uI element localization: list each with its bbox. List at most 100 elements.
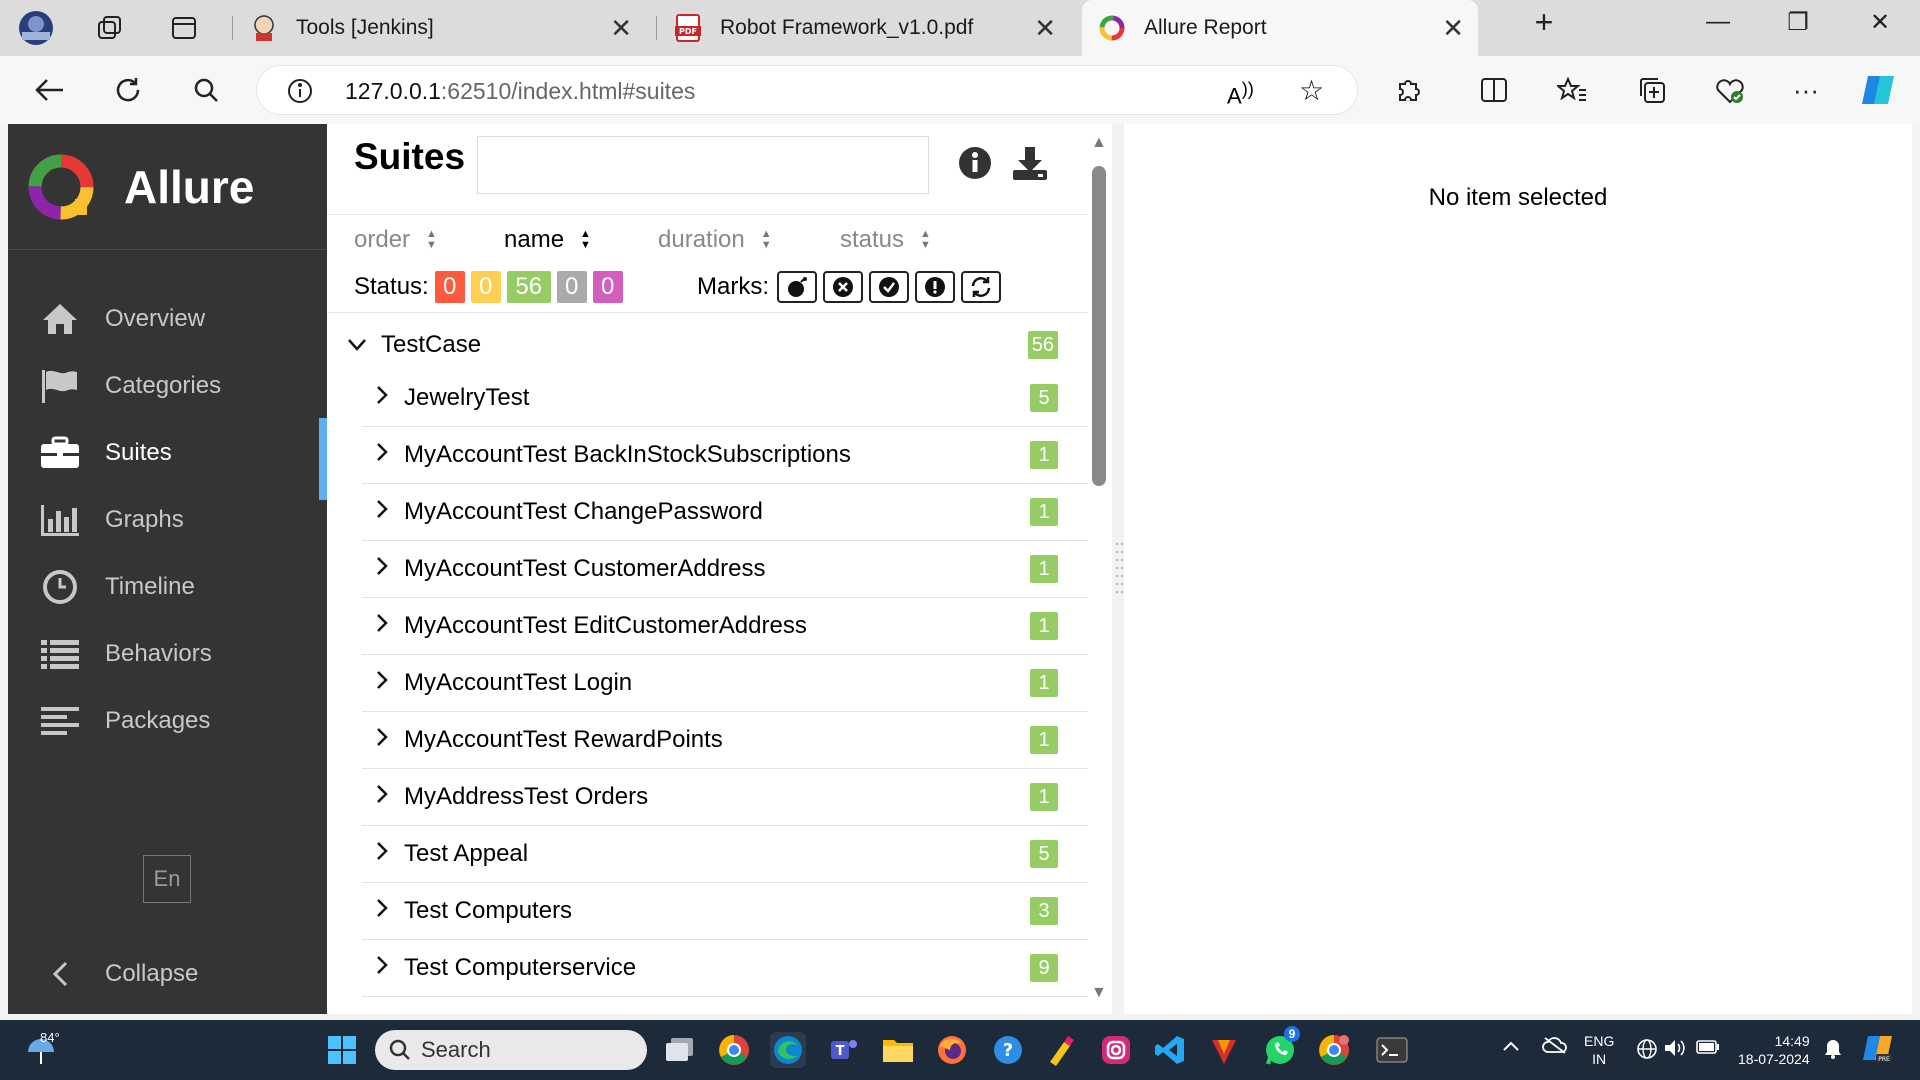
minimize-icon[interactable]: —	[1698, 8, 1738, 36]
copilot-taskbar-icon[interactable]: PRE	[1862, 1032, 1894, 1068]
bomb-icon[interactable]	[777, 271, 817, 303]
suite-row[interactable]: MyAccountTest RewardPoints 1	[362, 712, 1088, 769]
suite-row[interactable]: Test Computerservice 9	[362, 940, 1088, 997]
sidebar-item-behaviors[interactable]: Behaviors	[8, 624, 327, 684]
network-icon[interactable]	[1636, 1038, 1658, 1064]
suite-row[interactable]: Test Computers 3	[362, 883, 1088, 940]
suite-row[interactable]: MyAccountTest CustomerAddress 1	[362, 541, 1088, 598]
language-indicator[interactable]: ENG IN	[1584, 1032, 1614, 1068]
sort-name[interactable]: name ▲ ▼	[504, 226, 591, 254]
tab-actions-icon[interactable]	[166, 10, 202, 46]
tab-pdf[interactable]: PDF Robot Framework_v1.0.pdf ✕	[674, 0, 1070, 56]
profile-avatar[interactable]	[18, 10, 54, 46]
whatsapp-icon[interactable]: 9	[1262, 1026, 1300, 1068]
sort-duration[interactable]: duration ▲ ▼	[658, 226, 772, 254]
suite-row[interactable]: Test Appeal 5	[362, 826, 1088, 883]
download-icon[interactable]	[1012, 146, 1048, 182]
jmeter-icon[interactable]	[1206, 1032, 1242, 1068]
restore-icon[interactable]: ❐	[1778, 8, 1818, 37]
exclamation-circle-icon[interactable]	[915, 271, 955, 303]
scroll-up-icon[interactable]: ▲	[1091, 134, 1107, 152]
suites-scrollbar[interactable]: ▲ ▼	[1088, 124, 1112, 1014]
status-passed-badge[interactable]: 56	[506, 271, 551, 303]
firefox-icon[interactable]	[934, 1032, 970, 1068]
workspaces-icon[interactable]	[92, 10, 128, 46]
tab-jenkins[interactable]: Tools [Jenkins] ✕	[250, 0, 646, 56]
cloud-sync-icon[interactable]	[1542, 1036, 1568, 1058]
sidebar-item-graphs[interactable]: Graphs	[8, 490, 327, 550]
search-icon[interactable]	[186, 70, 226, 110]
split-screen-icon[interactable]	[1474, 70, 1514, 110]
notifications-bell-icon[interactable]	[1824, 1038, 1842, 1064]
sidebar-item-categories[interactable]: Categories	[8, 356, 327, 416]
count-badge: 1	[1030, 612, 1058, 640]
clock[interactable]: 14:49 18-07-2024	[1738, 1032, 1810, 1068]
refresh-icon[interactable]	[961, 271, 1001, 303]
refresh-icon[interactable]	[108, 70, 148, 110]
file-explorer-icon[interactable]	[880, 1032, 916, 1068]
new-tab-icon[interactable]: +	[1524, 4, 1564, 41]
back-icon[interactable]	[30, 70, 70, 110]
help-icon[interactable]: ?	[990, 1032, 1026, 1068]
sidebar-item-overview[interactable]: Overview	[8, 289, 327, 349]
status-broken-badge[interactable]: 0	[470, 271, 501, 303]
close-tab-icon[interactable]: ✕	[1442, 13, 1464, 44]
info-icon[interactable]	[958, 146, 992, 180]
filter-input[interactable]	[477, 136, 929, 194]
scrollbar-thumb[interactable]	[1092, 166, 1106, 486]
sort-status[interactable]: status ▲ ▼	[840, 226, 931, 254]
count-badge: 3	[1030, 897, 1058, 925]
suite-row[interactable]: JewelryTest 5	[362, 370, 1088, 427]
site-info-icon[interactable]	[287, 78, 313, 109]
sidebar-item-label: Timeline	[105, 573, 195, 600]
copilot-icon[interactable]	[1858, 70, 1898, 110]
browser-essentials-icon[interactable]	[1710, 70, 1750, 110]
suite-row[interactable]: MyAccountTest BackInStockSubscriptions 1	[362, 427, 1088, 484]
times-circle-icon[interactable]	[823, 271, 863, 303]
status-unknown-badge[interactable]: 0	[592, 271, 623, 303]
sidebar-item-timeline[interactable]: Timeline	[8, 557, 327, 617]
suite-row[interactable]: MyAddressTest Orders 1	[362, 769, 1088, 826]
status-skipped-badge[interactable]: 0	[556, 271, 587, 303]
pane-splitter[interactable]	[1112, 124, 1124, 1014]
chrome-icon[interactable]	[716, 1032, 752, 1068]
instagram-icon[interactable]	[1098, 1032, 1134, 1068]
chrome-profile-icon[interactable]	[1316, 1032, 1352, 1068]
task-view-icon[interactable]	[662, 1032, 698, 1068]
read-aloud-icon[interactable]: A))	[1227, 78, 1254, 109]
collections-icon[interactable]	[1632, 70, 1672, 110]
close-tab-icon[interactable]: ✕	[610, 13, 632, 44]
count-badge: 1	[1030, 441, 1058, 469]
terminal-icon[interactable]	[1374, 1032, 1410, 1068]
address-bar[interactable]: 127.0.0.1:62510/index.html#suites A)) ☆	[256, 65, 1358, 115]
teams-icon[interactable]: T	[826, 1032, 862, 1068]
scroll-down-icon[interactable]: ▼	[1091, 984, 1107, 1002]
suite-row[interactable]: MyAccountTest ChangePassword 1	[362, 484, 1088, 541]
battery-icon[interactable]	[1696, 1040, 1720, 1058]
close-tab-icon[interactable]: ✕	[1034, 13, 1056, 44]
windows-start-icon[interactable]	[324, 1032, 360, 1068]
close-window-icon[interactable]: ✕	[1860, 8, 1900, 37]
suite-row[interactable]: MyAccountTest EditCustomerAddress 1	[362, 598, 1088, 655]
paint-tool-icon[interactable]	[1044, 1032, 1080, 1068]
collapse-button[interactable]: Collapse	[8, 944, 327, 1004]
extensions-icon[interactable]	[1388, 70, 1428, 110]
sidebar-item-packages[interactable]: Packages	[8, 691, 327, 751]
show-hidden-icons-icon[interactable]	[1502, 1038, 1520, 1056]
language-switcher[interactable]: En	[143, 855, 191, 903]
taskbar-search[interactable]: Search	[375, 1030, 647, 1070]
vscode-icon[interactable]	[1152, 1032, 1188, 1068]
suite-row[interactable]: MyAccountTest Login 1	[362, 655, 1088, 712]
check-circle-icon[interactable]	[869, 271, 909, 303]
favorite-star-icon[interactable]: ☆	[1299, 74, 1324, 107]
edge-icon[interactable]	[770, 1032, 806, 1068]
settings-more-icon[interactable]: ···	[1786, 70, 1826, 110]
tab-allure[interactable]: Allure Report ✕	[1082, 0, 1478, 56]
volume-icon[interactable]	[1664, 1038, 1686, 1062]
sidebar-item-suites[interactable]: Suites	[8, 418, 327, 500]
sort-order[interactable]: order ▲ ▼	[354, 226, 437, 254]
home-icon	[40, 299, 80, 339]
suite-group[interactable]: TestCase 56	[343, 320, 1088, 370]
favorites-icon[interactable]	[1552, 70, 1592, 110]
status-failed-badge[interactable]: 0	[434, 271, 465, 303]
